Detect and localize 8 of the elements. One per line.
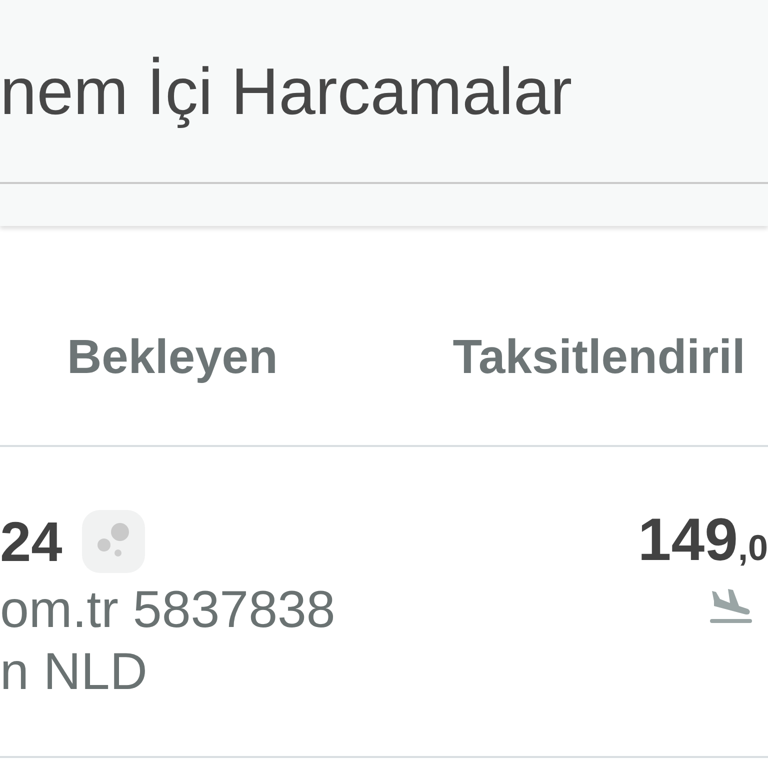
tab[interactable]: Bekleyen bbox=[47, 324, 298, 394]
transaction-day: 24 bbox=[0, 514, 62, 570]
merchant-name: om.tr 5837838 bbox=[0, 580, 336, 641]
transaction-amount: 149,0 bbox=[638, 510, 768, 573]
plane-landing-icon bbox=[708, 587, 752, 625]
merchant-location: n NLD bbox=[0, 642, 148, 703]
dots-icon bbox=[82, 510, 146, 573]
tab[interactable]: Taksitlendiril bbox=[432, 324, 746, 394]
